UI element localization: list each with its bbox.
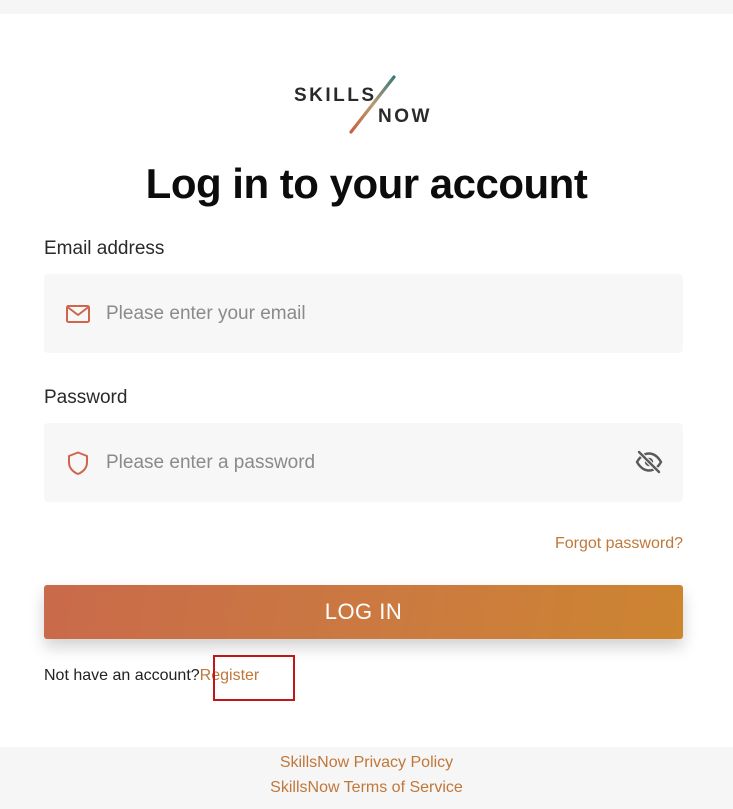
footer: SkillsNow Privacy Policy SkillsNow Terms… bbox=[0, 747, 733, 809]
eye-off-icon[interactable] bbox=[635, 449, 663, 475]
password-field[interactable] bbox=[44, 423, 683, 502]
email-input[interactable] bbox=[106, 274, 626, 353]
logo-word-now: NOW bbox=[378, 106, 432, 127]
page-title: Log in to your account bbox=[145, 160, 588, 207]
mail-icon bbox=[65, 301, 91, 327]
register-link[interactable]: Register bbox=[200, 667, 260, 684]
email-field[interactable] bbox=[44, 274, 683, 353]
logo-word-skills: SKILLS bbox=[294, 85, 377, 106]
forgot-password-link[interactable]: Forgot password? bbox=[555, 535, 683, 553]
top-strip bbox=[0, 0, 733, 14]
skillsnow-logo: SKILLS NOW bbox=[292, 74, 442, 138]
register-prompt: Not have an account? bbox=[44, 667, 200, 684]
email-label: Email address bbox=[44, 238, 165, 259]
terms-of-service-link[interactable]: SkillsNow Terms of Service bbox=[0, 779, 733, 797]
shield-icon bbox=[65, 450, 91, 476]
login-button[interactable]: LOG IN bbox=[44, 585, 683, 639]
privacy-policy-link[interactable]: SkillsNow Privacy Policy bbox=[0, 754, 733, 772]
password-input[interactable] bbox=[106, 423, 626, 502]
register-row: Not have an account?Register bbox=[44, 667, 259, 685]
password-label: Password bbox=[44, 387, 128, 408]
